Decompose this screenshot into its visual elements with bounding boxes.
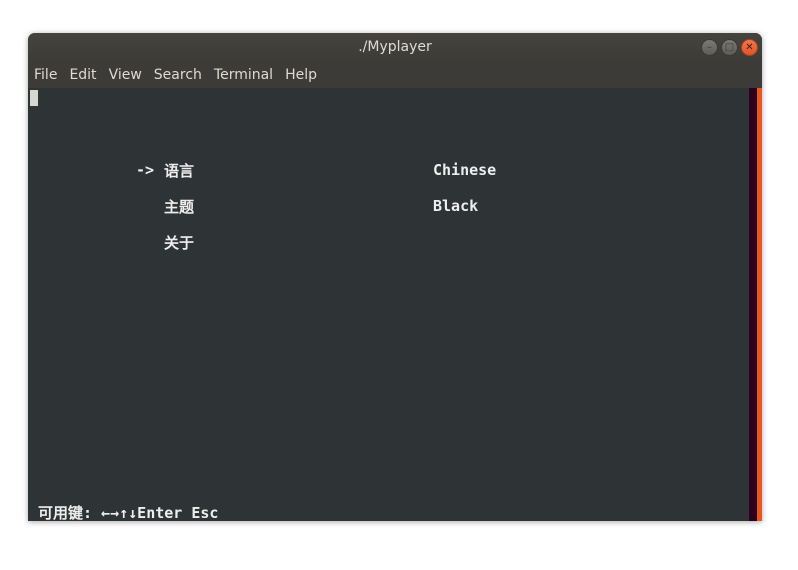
scrollbar-thumb[interactable] — [757, 88, 762, 521]
menu-view[interactable]: View — [109, 67, 142, 83]
menu-help[interactable]: Help — [285, 67, 317, 83]
option-theme-value: Black — [433, 197, 479, 215]
close-button[interactable]: ✕ — [741, 39, 758, 56]
menu-search[interactable]: Search — [154, 67, 202, 83]
scrollbar[interactable] — [749, 88, 762, 521]
terminal-window: ./Myplayer – □ ✕ File Edit View Search T… — [28, 33, 762, 521]
option-theme[interactable]: 主题 — [164, 196, 194, 217]
terminal-area[interactable]: -> 语言 Chinese 主题 Black 关于 可用键: ←→↑↓Enter… — [28, 88, 749, 521]
menu-edit[interactable]: Edit — [69, 67, 96, 83]
option-language[interactable]: 语言 — [164, 160, 194, 181]
text-cursor — [30, 90, 38, 106]
option-about[interactable]: 关于 — [164, 232, 194, 253]
menu-file[interactable]: File — [34, 67, 57, 83]
menu-bar: File Edit View Search Terminal Help — [28, 62, 762, 88]
window-title: ./Myplayer — [358, 39, 432, 55]
window-controls: – □ ✕ — [701, 39, 758, 56]
maximize-button[interactable]: □ — [721, 39, 738, 56]
title-bar[interactable]: ./Myplayer – □ ✕ — [28, 33, 762, 62]
available-keys-hint: 可用键: ←→↑↓Enter Esc — [38, 504, 219, 521]
minimize-button[interactable]: – — [701, 39, 718, 56]
option-language-value: Chinese — [433, 161, 497, 179]
menu-terminal[interactable]: Terminal — [214, 67, 273, 83]
selection-arrow: -> — [136, 161, 155, 179]
